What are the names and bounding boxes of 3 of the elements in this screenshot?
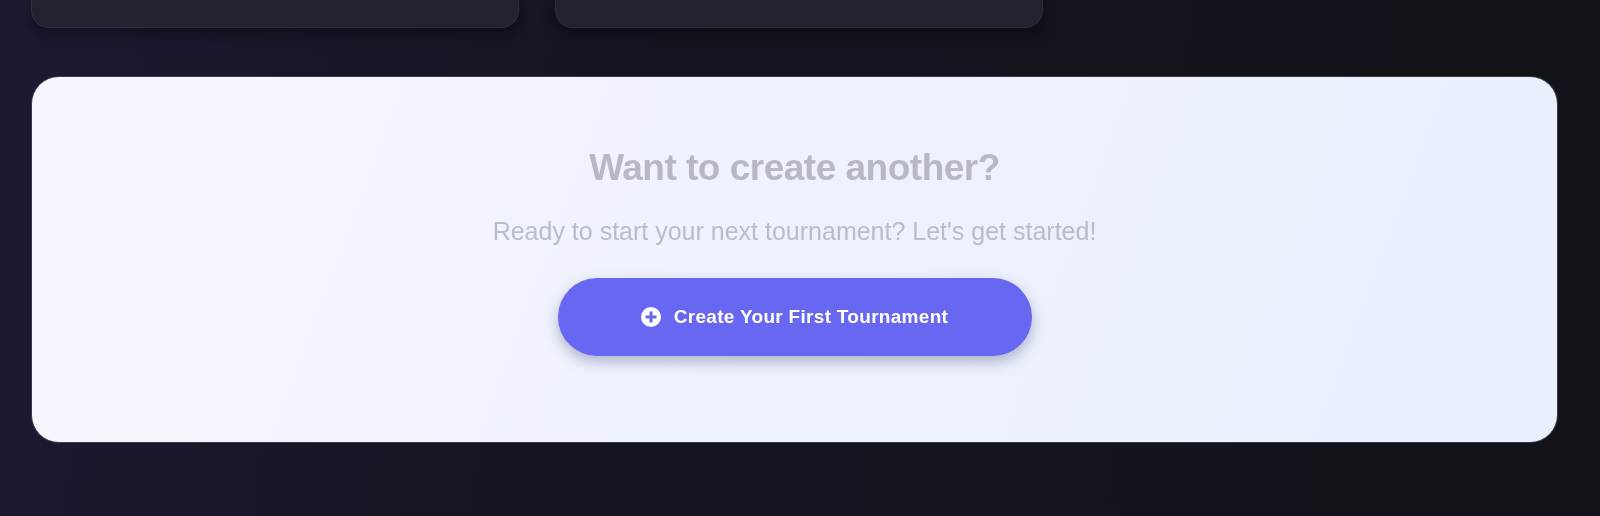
- plus-circle-icon: [640, 307, 661, 327]
- create-tournament-button[interactable]: Create Your First Tournament: [557, 278, 1032, 356]
- cta-title: Want to create another?: [589, 147, 1000, 189]
